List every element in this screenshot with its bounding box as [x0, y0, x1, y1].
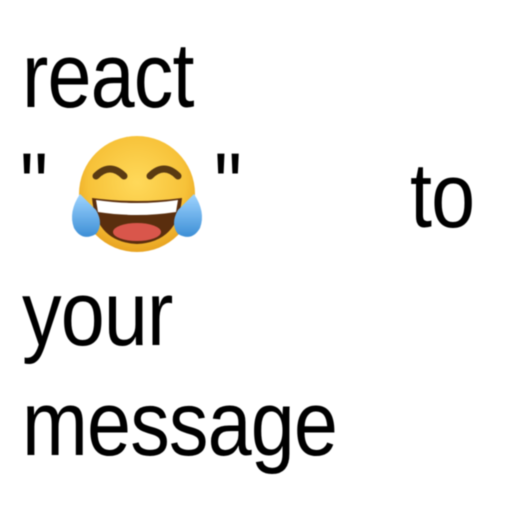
word-your: your [22, 263, 173, 365]
opening-quote: " [20, 135, 48, 237]
closing-quote: " [214, 135, 242, 237]
word-to: to [410, 145, 475, 247]
word-react: react [22, 25, 194, 127]
word-message: message [22, 373, 338, 475]
face-with-tears-of-joy-icon [72, 136, 202, 252]
meme-canvas: react " " to your message [0, 0, 512, 512]
